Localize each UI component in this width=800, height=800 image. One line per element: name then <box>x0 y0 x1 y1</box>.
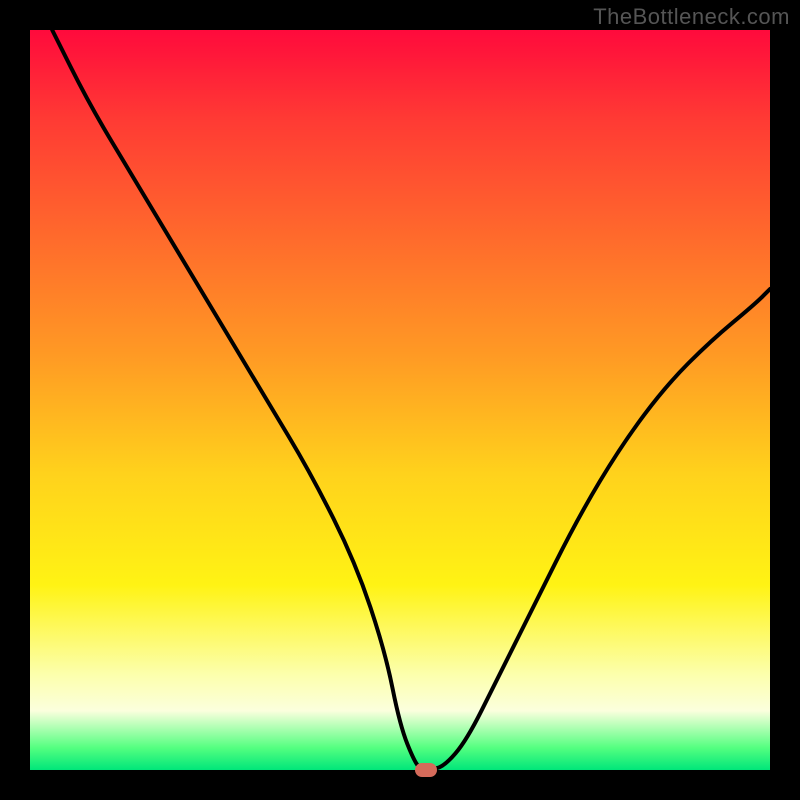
optimum-marker <box>415 763 437 777</box>
chart-frame: TheBottleneck.com <box>0 0 800 800</box>
plot-area <box>30 30 770 770</box>
watermark-text: TheBottleneck.com <box>593 4 790 30</box>
bottleneck-curve <box>30 30 770 770</box>
